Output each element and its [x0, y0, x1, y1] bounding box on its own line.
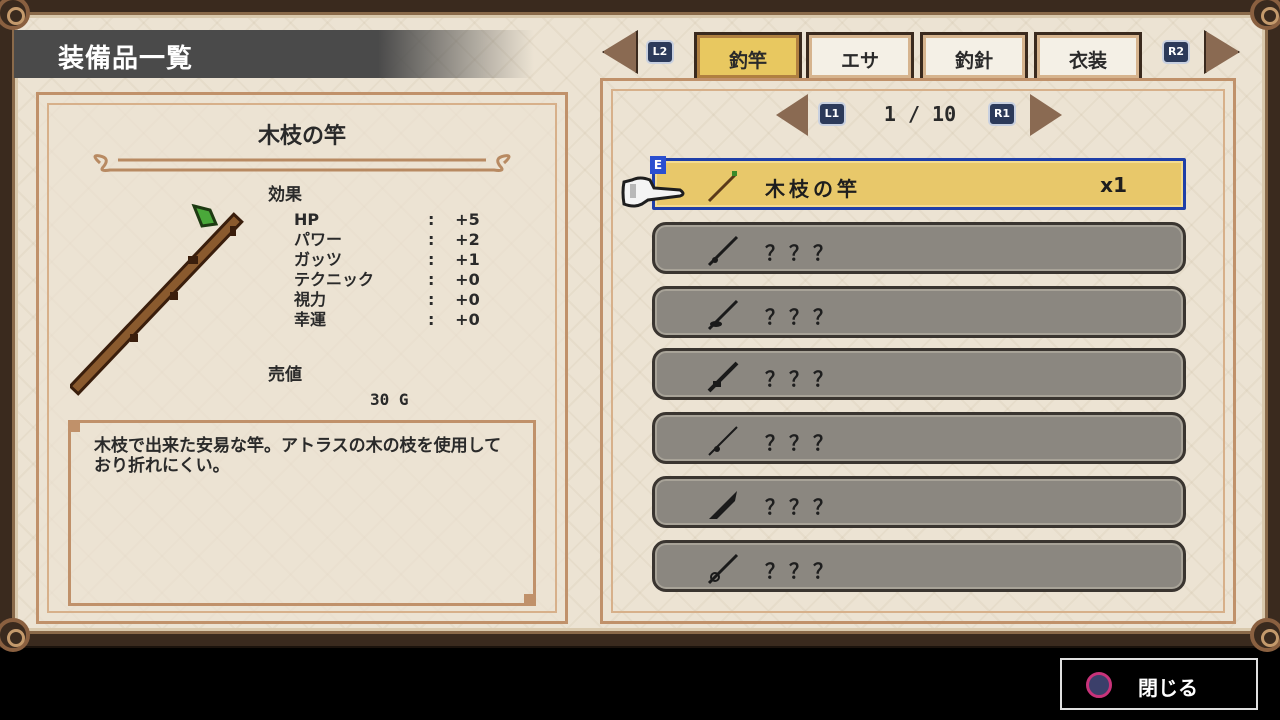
tab-bait[interactable]: エサ — [806, 32, 914, 78]
stat-name: テクニック — [294, 270, 375, 289]
stat-row: テクニック: +0 — [294, 270, 494, 290]
circle-button-icon — [1086, 672, 1112, 698]
tab-fishing-rod[interactable]: 釣竿 — [694, 32, 802, 78]
list-item-name: ？？？ — [765, 431, 837, 455]
list-item-name: ？？？ — [765, 495, 837, 519]
stat-name: 視力 — [294, 290, 327, 309]
list-item[interactable]: ？？？ — [652, 540, 1186, 592]
stat-colon: : — [427, 310, 435, 329]
stat-row: 視力: +0 — [294, 290, 494, 310]
effect-label: 効果 — [268, 185, 302, 205]
l1-button-icon: L1 — [818, 102, 846, 126]
list-item[interactable]: ？？？ — [652, 476, 1186, 528]
price-value: 30 G — [370, 390, 409, 409]
rod-silhouette-icon — [709, 491, 737, 519]
list-item-quantity: x1 — [1100, 173, 1127, 197]
list-item[interactable]: ？？？ — [652, 412, 1186, 464]
stat-row: パワー: +2 — [294, 230, 494, 250]
corner-ornament-icon — [1250, 618, 1280, 652]
twig-rod-illustration — [70, 203, 244, 396]
stat-name: 幸運 — [294, 310, 327, 329]
stats-table: HP: +5 パワー: +2 ガッツ: +1 テクニック: +0 視力: +0 幸運: +0 — [294, 210, 494, 330]
l2-button-icon: L2 — [646, 40, 674, 64]
close-button-label: 閉じる — [1138, 676, 1198, 700]
hand-pointer-icon — [621, 176, 685, 208]
stat-name: ガッツ — [294, 250, 343, 269]
stat-name: HP — [294, 210, 320, 229]
stat-colon: : — [427, 290, 435, 309]
item-description: 木枝で出来た安易な竿。アトラスの木の枝を使用しており折れにくい。 — [94, 436, 502, 476]
rod-silhouette-icon — [707, 361, 739, 393]
tab-outfit[interactable]: 衣装 — [1034, 32, 1142, 78]
list-item-name: ？？？ — [765, 559, 837, 583]
list-item[interactable]: ？？？ — [652, 286, 1186, 338]
corner-ornament-icon — [1250, 0, 1280, 30]
price-label: 売値 — [268, 365, 302, 385]
twig-rod-icon — [707, 171, 737, 203]
stat-row: ガッツ: +1 — [294, 250, 494, 270]
rod-silhouette-icon — [707, 235, 739, 267]
divider-ornament-icon — [93, 154, 511, 172]
stat-colon: : — [427, 210, 435, 229]
stat-value: +5 — [455, 210, 480, 229]
stat-value: +0 — [455, 290, 480, 309]
rod-silhouette-icon — [707, 299, 739, 331]
close-button[interactable]: 閉じる — [1060, 658, 1258, 710]
stat-colon: : — [427, 270, 435, 289]
corner-ornament-icon — [0, 618, 30, 652]
stat-value: +0 — [455, 310, 480, 329]
stat-value: +1 — [455, 250, 480, 269]
list-item-name: ？？？ — [765, 305, 837, 329]
list-item[interactable]: ？？？ — [652, 348, 1186, 400]
page-indicator: 1 / 10 — [883, 102, 957, 126]
stat-colon: : — [427, 250, 435, 269]
r2-button-icon: R2 — [1162, 40, 1190, 64]
stat-row: HP: +5 — [294, 210, 494, 230]
item-detail-name: 木枝の竿 — [257, 124, 346, 149]
stat-name: パワー — [294, 230, 343, 249]
rod-silhouette-icon — [708, 426, 738, 456]
list-item[interactable]: 木枝の竿 x1 — [652, 158, 1186, 210]
stat-row: 幸運: +0 — [294, 310, 494, 330]
list-item-name: ？？？ — [765, 367, 837, 391]
stat-colon: : — [427, 230, 435, 249]
list-item-name: 木枝の竿 — [765, 177, 861, 201]
page-title: 装備品一覧 — [58, 44, 194, 74]
list-item[interactable]: ？？？ — [652, 222, 1186, 274]
r1-button-icon: R1 — [988, 102, 1016, 126]
rod-silhouette-icon — [707, 553, 739, 585]
tab-hook[interactable]: 釣針 — [920, 32, 1028, 78]
stat-value: +2 — [455, 230, 480, 249]
stat-value: +0 — [455, 270, 480, 289]
list-item-name: ？？？ — [765, 241, 837, 265]
